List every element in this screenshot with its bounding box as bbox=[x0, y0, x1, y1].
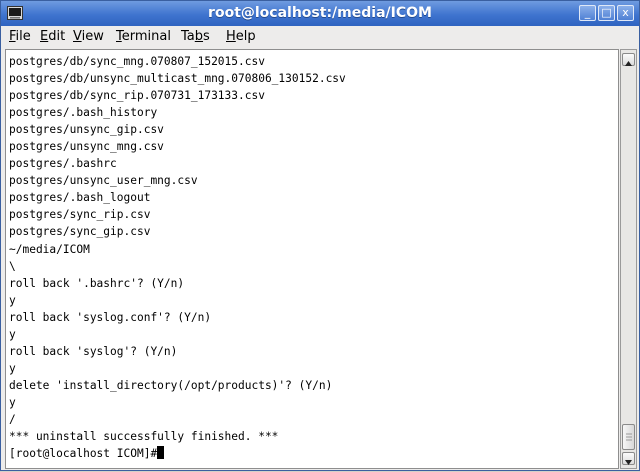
maximize-icon: □ bbox=[601, 6, 612, 19]
scroll-up-button[interactable] bbox=[622, 53, 635, 66]
terminal-text: postgres/db/sync_mng.070807_152015.csv p… bbox=[9, 55, 346, 444]
menu-tabs[interactable]: Tabs bbox=[181, 29, 210, 44]
scrollbar-thumb[interactable] bbox=[622, 424, 635, 450]
menu-edit[interactable]: Edit bbox=[40, 29, 65, 44]
minimize-icon: _ bbox=[584, 6, 591, 19]
text-cursor bbox=[157, 446, 165, 460]
window-title: root@localhost:/media/ICOM bbox=[208, 5, 432, 21]
menu-help[interactable]: Help bbox=[226, 29, 256, 44]
menu-bar: File Edit View Terminal Tabs Help bbox=[1, 26, 639, 48]
terminal-window: root@localhost:/media/ICOM _ □ x File Ed… bbox=[0, 0, 640, 471]
close-icon: x bbox=[622, 6, 629, 19]
title-bar[interactable]: root@localhost:/media/ICOM _ □ x bbox=[1, 1, 639, 26]
arrow-up-icon bbox=[625, 61, 632, 66]
menu-view[interactable]: View bbox=[73, 29, 104, 44]
maximize-button[interactable]: □ bbox=[598, 5, 615, 21]
close-button[interactable]: x bbox=[617, 5, 634, 21]
menu-file[interactable]: File bbox=[9, 29, 31, 44]
grip-icon bbox=[626, 433, 632, 441]
minimize-button[interactable]: _ bbox=[579, 5, 596, 21]
shell-prompt: [root@localhost ICOM]# bbox=[9, 447, 158, 461]
vertical-scrollbar[interactable] bbox=[620, 49, 637, 469]
menu-terminal[interactable]: Terminal bbox=[116, 29, 171, 44]
scroll-down-button[interactable] bbox=[622, 452, 635, 465]
arrow-down-icon bbox=[625, 460, 632, 465]
terminal-output[interactable]: postgres/db/sync_mng.070807_152015.csv p… bbox=[5, 49, 619, 469]
